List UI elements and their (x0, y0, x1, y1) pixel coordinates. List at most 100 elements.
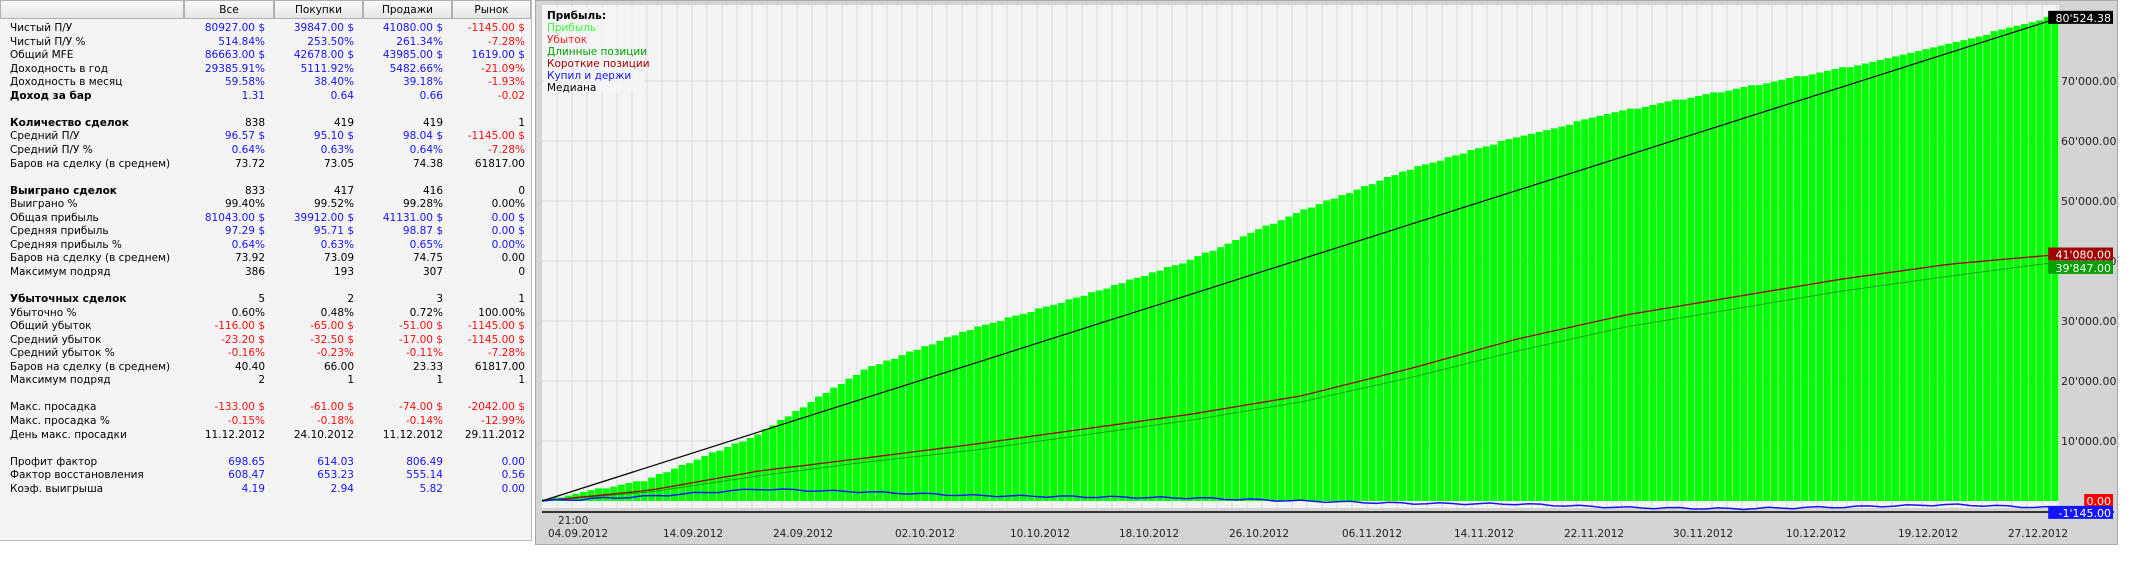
table-row: Максимум подряд 386 193 307 0 (0, 266, 531, 280)
legend-item: Купил и держи (547, 70, 631, 82)
cell-value: -2042.00 $ (467, 401, 525, 414)
cell-value: 2 (258, 374, 265, 387)
row-label: Максимум подряд (10, 374, 111, 387)
profit-bar (944, 337, 951, 501)
x-tick-label: 04.09.2012 (548, 528, 608, 540)
profit-bar (1581, 119, 1589, 502)
cell-value: 86663.00 $ (204, 49, 265, 62)
cell-value: -1145.00 $ (467, 130, 525, 143)
cell-value: 5.82 (419, 482, 443, 495)
profit-bar (1520, 135, 1528, 501)
profit-bar (1649, 105, 1657, 501)
profit-bar (2021, 24, 2029, 501)
profit-bar (1694, 96, 1702, 501)
legend-item: Медиана (547, 82, 596, 94)
cell-value: 0.00 $ (491, 225, 525, 238)
cell-value: 608.47 (228, 469, 265, 482)
cell-value: -1.93% (487, 76, 525, 89)
statistics-table: Все Покупки Продажи Рынок Чистый П/У 80927.00… (0, 0, 532, 541)
profit-bar (701, 456, 709, 501)
profit-bar (1876, 60, 1884, 501)
column-header[interactable]: Все (184, 0, 274, 19)
profit-bar (693, 459, 701, 501)
cell-value: -116.00 $ (214, 320, 265, 333)
profit-bar (1846, 67, 1854, 501)
profit-bar (1467, 150, 1475, 501)
cell-value: 1 (518, 116, 525, 129)
column-header[interactable]: Продажи (363, 0, 452, 19)
cell-value: 416 (422, 184, 443, 197)
cell-value: 806.49 (406, 455, 443, 468)
cell-value: 193 (333, 265, 354, 278)
profit-bar (1452, 155, 1460, 501)
cell-value: 39.18% (402, 76, 443, 89)
cell-value: 99.40% (224, 198, 265, 211)
column-header-blank[interactable] (0, 0, 184, 19)
profit-bar (1543, 130, 1551, 501)
cell-value: 11.12.2012 (382, 428, 443, 441)
profit-bar (921, 346, 929, 501)
cell-value: 0 (518, 265, 525, 278)
row-label: Средняя прибыль (10, 225, 109, 238)
profit-bar (1899, 54, 1907, 501)
cell-value: 0.64% (409, 143, 443, 156)
profit-bar (754, 434, 762, 501)
profit-bar (1603, 114, 1611, 501)
profit-bar (1353, 189, 1361, 501)
profit-bar (890, 358, 898, 501)
profit-bar (906, 351, 914, 501)
x-tick-label: 10.10.2012 (1010, 528, 1070, 540)
cell-value: 253.50% (307, 35, 354, 48)
row-label: Выиграно сделок (10, 184, 117, 197)
profit-bar (1042, 306, 1050, 501)
cell-value: 0.63% (320, 143, 354, 156)
cell-value: 0.65% (409, 238, 443, 251)
row-label: Средний убыток % (10, 347, 115, 360)
profit-bar (830, 387, 838, 501)
profit-bar (913, 349, 921, 501)
cell-value: 38.40% (313, 76, 354, 89)
cell-value: 61817.00 (474, 157, 525, 170)
cell-value: 59.58% (224, 76, 265, 89)
cell-value: 74.75 (412, 252, 443, 265)
cell-value: 95.71 $ (313, 225, 354, 238)
profit-bar (1573, 121, 1581, 501)
profit-bar (1930, 47, 1938, 502)
profit-bar (868, 366, 876, 501)
cell-value: 43985.00 $ (382, 49, 443, 62)
cell-value: -17.00 $ (399, 333, 443, 346)
row-label: Чистый П/У % (10, 35, 86, 48)
profit-bar (739, 441, 747, 501)
profit-bar (1270, 223, 1278, 502)
cell-value: 5 (258, 293, 265, 305)
profit-bar (1095, 290, 1103, 501)
column-header[interactable]: Покупки (274, 0, 363, 19)
profit-bar (1459, 153, 1467, 501)
profit-bar (1740, 87, 1748, 501)
profit-bar (997, 321, 1005, 501)
value-tag: 39'847.00 (2055, 262, 2111, 275)
profit-bar (1922, 49, 1930, 501)
profit-bar (1383, 177, 1391, 501)
cell-value: -61.00 $ (310, 401, 354, 414)
cell-value: -0.16% (227, 347, 265, 360)
profit-bar (746, 438, 754, 501)
profit-bar (1945, 43, 1953, 502)
table-row: Убыточных сделок 5 2 3 1 (0, 293, 531, 307)
profit-bar (1990, 31, 1998, 501)
profit-bar (1080, 295, 1088, 501)
table-row: Максимум подряд 2 1 1 1 (0, 374, 531, 388)
table-row: Макс. просадка -133.00 $ -61.00 $ -74.00 $ -… (0, 401, 531, 415)
profit-bar (1914, 51, 1922, 501)
profit-bar (1186, 259, 1194, 501)
profit-bar (1565, 124, 1573, 502)
cell-value: 95.10 $ (313, 130, 354, 143)
profit-bar (1429, 162, 1437, 501)
value-tag: 80'524.38 (2055, 12, 2111, 25)
legend-item: Убыток (547, 34, 587, 46)
profit-bar (845, 378, 853, 501)
column-header[interactable]: Рынок (452, 0, 531, 19)
profit-bar (1892, 56, 1900, 502)
profit-bar (1960, 40, 1968, 501)
profit-bar (1338, 195, 1346, 501)
